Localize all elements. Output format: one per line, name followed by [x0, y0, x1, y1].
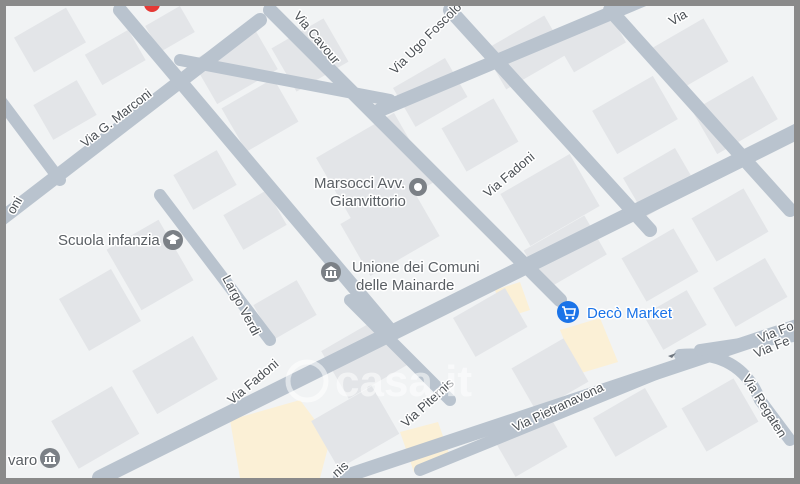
poi-deco-market[interactable]: Decò Market: [557, 301, 674, 324]
poi-scuola-label: Scuola infanzia: [58, 232, 160, 249]
poi-varo[interactable]: varo: [7, 448, 60, 471]
government-building-icon: [321, 262, 341, 282]
government-building-icon: [40, 448, 60, 468]
watermark-text: casa.it: [335, 357, 472, 406]
poi-marsocci-label-1: Marsocci Avv.: [314, 175, 405, 192]
school-icon: [163, 230, 183, 250]
poi-unione-label-2: delle Mainarde: [356, 277, 454, 294]
poi-varo-label: varo: [8, 452, 37, 469]
poi-marsocci-label-2: Gianvittorio: [330, 193, 406, 210]
map-frame: Via Cavour Via Ugo Foscolo Via G. Marcon…: [0, 0, 800, 484]
map-canvas[interactable]: Via Cavour Via Ugo Foscolo Via G. Marcon…: [6, 6, 794, 478]
poi-deco-label: Decò Market: [587, 305, 673, 322]
location-pin-icon: [409, 178, 427, 196]
poi-unione-label-1: Unione dei Comuni: [352, 259, 480, 276]
shopping-cart-icon: [557, 301, 579, 323]
